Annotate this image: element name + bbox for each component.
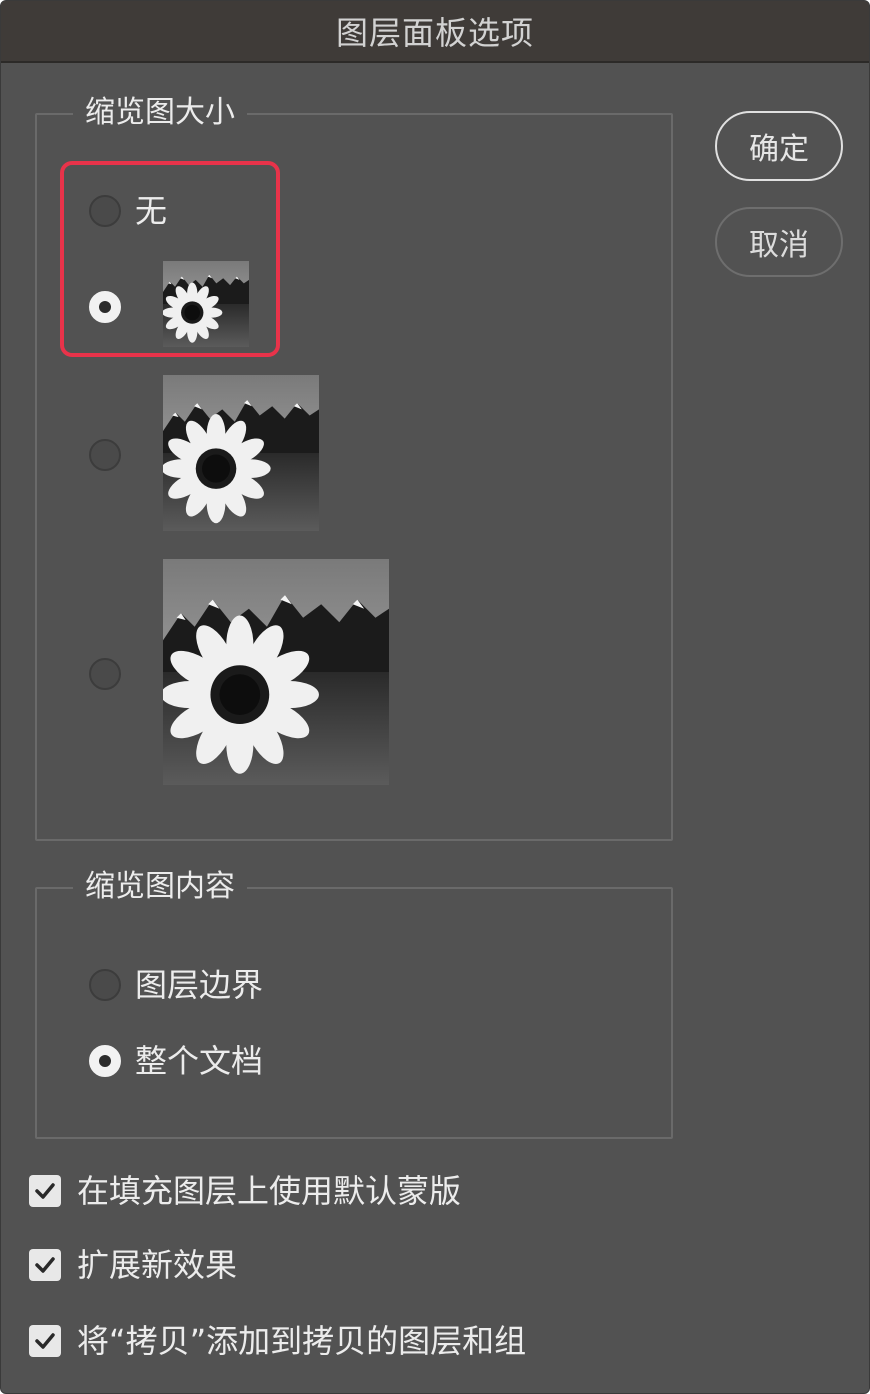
ok-button[interactable]: 确定	[715, 111, 843, 181]
entire-document-label[interactable]: 整个文档	[135, 1041, 263, 1081]
layer-bounds-radio[interactable]	[89, 969, 121, 1001]
thumbnail-contents-legend: 缩览图内容	[73, 867, 247, 907]
thumbnail-size-large-radio[interactable]	[89, 658, 121, 690]
selection-highlight-box	[60, 161, 280, 357]
expand-new-effects-label[interactable]: 扩展新效果	[77, 1245, 237, 1285]
cancel-button[interactable]: 取消	[715, 207, 843, 277]
entire-document-radio[interactable]	[89, 1045, 121, 1077]
dialog-title: 图层面板选项	[1, 1, 869, 63]
default-masks-label[interactable]: 在填充图层上使用默认蒙版	[77, 1171, 461, 1211]
add-copy-label[interactable]: 将“拷贝”添加到拷贝的图层和组	[77, 1321, 526, 1361]
thumbnail-contents-group: 缩览图内容	[35, 867, 673, 1139]
checkmark-icon	[35, 1333, 55, 1349]
add-copy-checkbox[interactable]	[29, 1325, 61, 1357]
checkmark-icon	[35, 1257, 55, 1273]
thumbnail-medium-preview[interactable]	[163, 375, 319, 531]
default-masks-checkbox[interactable]	[29, 1175, 61, 1207]
thumbnail-large-preview[interactable]	[163, 559, 389, 785]
layer-bounds-label[interactable]: 图层边界	[135, 965, 263, 1005]
thumbnail-size-legend: 缩览图大小	[73, 93, 247, 133]
checkmark-icon	[35, 1183, 55, 1199]
thumbnail-size-medium-radio[interactable]	[89, 439, 121, 471]
expand-new-effects-checkbox[interactable]	[29, 1249, 61, 1281]
layers-panel-options-dialog: 图层面板选项 缩览图大小 无 确定 取消 缩览图内容 图层边界 整个文档 在填充…	[0, 0, 870, 1394]
